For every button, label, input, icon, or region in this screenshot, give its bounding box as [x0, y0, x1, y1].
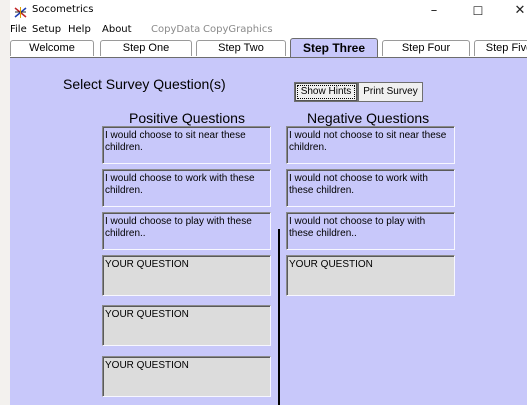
positive-custom-question-3[interactable]: YOUR QUESTION — [102, 356, 271, 397]
negative-question-3[interactable]: I would not choose to play with these ch… — [286, 212, 455, 250]
tab-step-three[interactable]: Step Three — [290, 38, 378, 57]
app-window: Socometrics – ☐ ✕ File Setup Help About … — [10, 0, 527, 405]
menu-copydata[interactable]: CopyData — [151, 24, 200, 35]
menu-help[interactable]: Help — [68, 24, 91, 35]
menu-about[interactable]: About — [102, 24, 132, 35]
title-bar[interactable]: Socometrics – ☐ ✕ — [10, 0, 527, 22]
minimize-button[interactable]: – — [414, 0, 454, 22]
tab-step-one[interactable]: Step One — [100, 40, 192, 56]
tab-step-five[interactable]: Step Five — [474, 40, 527, 56]
negative-question-2[interactable]: I would not choose to work with these ch… — [286, 169, 455, 207]
column-divider — [278, 229, 280, 405]
positive-custom-question-2[interactable]: YOUR QUESTION — [102, 305, 271, 346]
positive-questions-heading: Positive Questions — [129, 110, 245, 126]
positive-custom-question-1[interactable]: YOUR QUESTION — [102, 255, 271, 296]
show-hints-button[interactable]: Show Hints — [294, 82, 358, 102]
menu-setup[interactable]: Setup — [32, 24, 61, 35]
tab-step-two[interactable]: Step Two — [196, 40, 286, 56]
maximize-button[interactable]: ☐ — [458, 0, 498, 22]
print-survey-button[interactable]: Print Survey — [358, 82, 423, 102]
page-title: Select Survey Question(s) — [63, 76, 226, 92]
window-title: Socometrics — [32, 4, 94, 15]
positive-question-2[interactable]: I would choose to work with these childr… — [102, 169, 271, 207]
negative-questions-heading: Negative Questions — [307, 110, 430, 126]
close-button[interactable]: ✕ — [500, 0, 527, 22]
tab-welcome[interactable]: Welcome — [10, 40, 94, 56]
negative-question-1[interactable]: I would not choose to sit near these chi… — [286, 126, 455, 164]
positive-question-3[interactable]: I would choose to play with these childr… — [102, 212, 271, 250]
tab-step-four[interactable]: Step Four — [382, 40, 470, 56]
negative-custom-question-1[interactable]: YOUR QUESTION — [286, 255, 455, 296]
step-tabs: Welcome Step One Step Two Step Three Ste… — [10, 38, 527, 57]
menu-file[interactable]: File — [10, 24, 27, 35]
app-icon — [14, 4, 27, 19]
menu-copygraphics[interactable]: CopyGraphics — [203, 24, 273, 35]
menu-bar: File Setup Help About CopyData CopyGraph… — [10, 22, 527, 38]
positive-question-1[interactable]: I would choose to sit near these childre… — [102, 126, 271, 164]
